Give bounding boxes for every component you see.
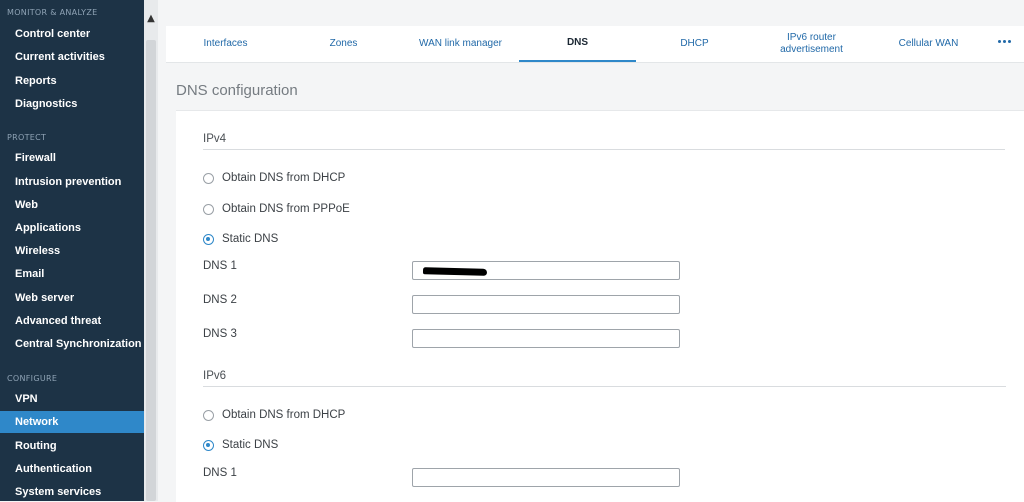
tab-zones[interactable]: Zones [285,26,402,62]
ipv4-dns2-label: DNS 2 [203,294,237,306]
radio-button[interactable] [203,203,214,215]
tab-bar: Interfaces Zones WAN link manager DNS DH… [166,26,1024,63]
radio-button[interactable] [203,172,214,184]
ipv4-dns3-label: DNS 3 [203,328,237,340]
sidebar-item-intrusion-prevention[interactable]: Intrusion prevention [0,171,144,193]
ipv4-dns3-input[interactable] [412,329,680,348]
sidebar-item-diagnostics[interactable]: Diagnostics [0,93,144,115]
scroll-up-arrow-icon[interactable]: ▲ [144,12,158,26]
section-title-protect: PROTECT [7,133,47,142]
section-title-configure: CONFIGURE [7,374,58,383]
sidebar-item-email[interactable]: Email [0,263,144,285]
sidebar-scroll-thumb[interactable] [146,40,156,501]
radio-button-selected[interactable] [203,439,214,451]
section-title-monitor: MONITOR & ANALYZE [7,8,98,17]
ipv6-group-label: IPv6 [203,370,227,382]
sidebar-item-advanced-threat[interactable]: Advanced threat [0,310,144,332]
tab-ipv6-router-advertisement[interactable]: IPv6 router advertisement [753,26,870,62]
ipv4-divider [203,149,1005,150]
tab-cellular-wan[interactable]: Cellular WAN [870,26,987,62]
radio-button[interactable] [203,409,214,421]
tab-dhcp[interactable]: DHCP [636,26,753,62]
ipv6-option-static[interactable]: Static DNS [203,437,278,453]
ipv6-dns1-label: DNS 1 [203,467,237,479]
sidebar-item-firewall[interactable]: Firewall [0,147,144,169]
sidebar-item-authentication[interactable]: Authentication [0,458,144,480]
radio-label: Static DNS [222,233,279,245]
radio-label: Obtain DNS from DHCP [222,172,346,184]
dns-config-panel: IPv4 Obtain DNS from DHCP Obtain DNS fro… [176,110,1024,502]
ipv4-group-label: IPv4 [203,133,227,145]
redaction-mark [422,267,488,276]
main-content: Interfaces Zones WAN link manager DNS DH… [158,0,1024,502]
sidebar-item-wireless[interactable]: Wireless [0,240,144,262]
sidebar-item-vpn[interactable]: VPN [0,388,144,410]
tab-interfaces[interactable]: Interfaces [166,26,285,62]
sidebar-item-web[interactable]: Web [0,194,144,216]
ipv6-divider [203,386,1006,387]
ipv4-dns1-label: DNS 1 [203,260,237,272]
radio-label: Obtain DNS from DHCP [222,409,346,421]
sidebar-item-system-services[interactable]: System services [0,481,144,501]
ipv6-option-dhcp[interactable]: Obtain DNS from DHCP [203,407,345,423]
ipv4-dns2-input[interactable] [412,295,680,314]
sidebar-item-reports[interactable]: Reports [0,70,144,92]
ipv4-option-dhcp[interactable]: Obtain DNS from DHCP [203,170,345,186]
radio-button-selected[interactable] [203,233,214,245]
sidebar-item-web-server[interactable]: Web server [0,287,144,309]
sidebar-item-routing[interactable]: Routing [0,435,144,457]
radio-label: Static DNS [222,439,279,451]
ipv4-option-pppoe[interactable]: Obtain DNS from PPPoE [203,201,350,217]
more-tabs-icon[interactable] [998,40,1014,46]
ipv6-dns1-input[interactable] [412,468,680,487]
tab-wan-link-manager[interactable]: WAN link manager [402,26,519,62]
sidebar-item-network[interactable]: Network [0,411,144,433]
sidebar: MONITOR & ANALYZE Control center Current… [0,0,144,501]
tab-dns[interactable]: DNS [519,26,636,62]
sidebar-item-applications[interactable]: Applications [0,217,144,239]
page-title: DNS configuration [176,82,298,99]
radio-label: Obtain DNS from PPPoE [222,203,350,215]
sidebar-item-central-synchronization[interactable]: Central Synchronization [0,333,144,355]
sidebar-item-current-activities[interactable]: Current activities [0,46,144,68]
ipv4-option-static[interactable]: Static DNS [203,231,278,247]
ipv4-dns1-input[interactable] [412,261,680,280]
sidebar-item-control-center[interactable]: Control center [0,23,144,45]
